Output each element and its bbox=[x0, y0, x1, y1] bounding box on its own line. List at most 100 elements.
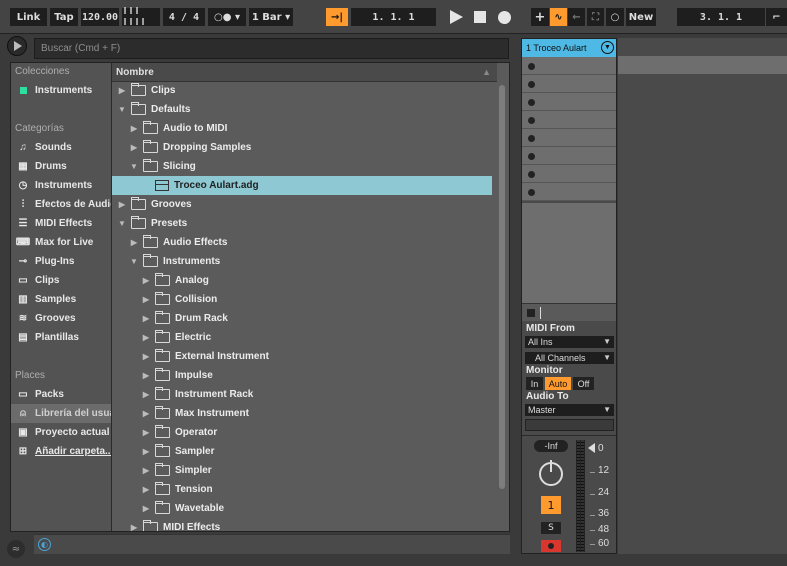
folder-row[interactable]: ▶ Clips bbox=[112, 81, 492, 100]
stop-transport-button[interactable] bbox=[474, 11, 486, 23]
folder-row[interactable]: ▼ Presets bbox=[112, 214, 492, 233]
follow-button[interactable]: →| bbox=[326, 8, 348, 26]
midi-channel-select[interactable]: All Channels ▼ bbox=[525, 352, 614, 364]
output-channel-select[interactable] bbox=[525, 419, 614, 431]
disclosure-open-icon[interactable]: ▼ bbox=[118, 219, 126, 228]
disclosure-closed-icon[interactable]: ▶ bbox=[142, 409, 150, 418]
fold-chevron-icon[interactable]: ▼ bbox=[601, 41, 614, 54]
place-user-library[interactable]: ⍝ Librería del usuario bbox=[11, 404, 111, 423]
clip-slot-area[interactable] bbox=[522, 203, 616, 303]
clip-slot[interactable] bbox=[522, 147, 616, 165]
monitor-in-button[interactable]: In bbox=[526, 377, 543, 390]
record-transport-button[interactable] bbox=[498, 11, 511, 24]
quantize-select[interactable]: 1 Bar ▾ bbox=[249, 8, 293, 26]
disclosure-open-icon[interactable]: ▼ bbox=[130, 162, 138, 171]
song-position-field[interactable]: 1. 1. 1 bbox=[351, 8, 436, 26]
audio-to-select[interactable]: Master ▼ bbox=[525, 404, 614, 416]
disclosure-closed-icon[interactable]: ▶ bbox=[142, 390, 150, 399]
disclosure-closed-icon[interactable]: ▶ bbox=[142, 466, 150, 475]
category-grooves[interactable]: ≋ Grooves bbox=[11, 309, 111, 328]
play-transport-button[interactable] bbox=[450, 10, 463, 24]
search-input[interactable]: Buscar (Cmd + F) bbox=[34, 38, 509, 59]
disclosure-closed-icon[interactable]: ▶ bbox=[142, 314, 150, 323]
category-audio-effects[interactable]: ⫶ Efectos de Audio bbox=[11, 195, 111, 214]
collection-item-instruments[interactable]: Instruments bbox=[11, 81, 111, 100]
category-instruments[interactable]: ◷ Instruments bbox=[11, 176, 111, 195]
folder-row[interactable]: ▶ MIDI Effects bbox=[112, 518, 492, 531]
folder-row[interactable]: ▼ Defaults bbox=[112, 100, 492, 119]
category-plugins[interactable]: ⊸ Plug-Ins bbox=[11, 252, 111, 271]
track-activator-button[interactable]: 1 bbox=[541, 496, 561, 514]
disclosure-closed-icon[interactable]: ▶ bbox=[118, 200, 126, 209]
disclosure-closed-icon[interactable]: ▶ bbox=[118, 86, 126, 95]
clip-slot[interactable] bbox=[522, 129, 616, 147]
folder-row[interactable]: ▶ Impulse bbox=[112, 366, 492, 385]
folder-row[interactable]: ▶ Electric bbox=[112, 328, 492, 347]
disclosure-open-icon[interactable]: ▼ bbox=[130, 257, 138, 266]
category-templates[interactable]: ▤ Plantillas bbox=[11, 328, 111, 347]
disclosure-closed-icon[interactable]: ▶ bbox=[142, 295, 150, 304]
pan-knob[interactable] bbox=[539, 460, 563, 486]
metronome-button[interactable]: ○● ▾ bbox=[208, 8, 246, 26]
groove-pool-button[interactable]: ≈ bbox=[7, 540, 25, 558]
folder-row[interactable]: ▶ Tension bbox=[112, 480, 492, 499]
folder-row[interactable]: ▶ Audio Effects bbox=[112, 233, 492, 252]
folder-row[interactable]: ▶ External Instrument bbox=[112, 347, 492, 366]
disclosure-closed-icon[interactable]: ▶ bbox=[142, 485, 150, 494]
folder-row[interactable]: ▶ Collision bbox=[112, 290, 492, 309]
capture-midi-button[interactable]: ⛶ bbox=[587, 8, 604, 26]
clip-slot[interactable] bbox=[522, 57, 616, 75]
folder-row[interactable]: ▶ Wavetable bbox=[112, 499, 492, 518]
name-column-header[interactable]: Nombre ▲ bbox=[112, 63, 497, 82]
clip-slot[interactable] bbox=[522, 75, 616, 93]
place-current-project[interactable]: ▣ Proyecto actual bbox=[11, 423, 111, 442]
folder-row[interactable]: ▶ Audio to MIDI bbox=[112, 119, 492, 138]
session-record-button[interactable]: ○ bbox=[606, 8, 624, 26]
folder-row[interactable]: ▶ Grooves bbox=[112, 195, 492, 214]
folder-row[interactable]: ▶ Analog bbox=[112, 271, 492, 290]
preview-toggle-icon[interactable]: ◐ bbox=[38, 538, 51, 551]
clip-slot[interactable] bbox=[522, 165, 616, 183]
folder-row[interactable]: ▶ Drum Rack bbox=[112, 309, 492, 328]
clip-slot[interactable] bbox=[522, 183, 616, 201]
folder-row[interactable]: ▶ Instrument Rack bbox=[112, 385, 492, 404]
disclosure-closed-icon[interactable]: ▶ bbox=[142, 333, 150, 342]
disclosure-closed-icon[interactable]: ▶ bbox=[142, 371, 150, 380]
overdub-button[interactable]: + bbox=[531, 8, 549, 26]
disclosure-closed-icon[interactable]: ▶ bbox=[142, 352, 150, 361]
place-add-folder[interactable]: ⊞ Añadir carpeta... bbox=[11, 442, 111, 461]
disclosure-closed-icon[interactable]: ▶ bbox=[142, 276, 150, 285]
disclosure-closed-icon[interactable]: ▶ bbox=[142, 504, 150, 513]
disclosure-closed-icon[interactable]: ▶ bbox=[130, 124, 138, 133]
track-title[interactable]: 1 Troceo Aulart ▼ bbox=[522, 39, 616, 57]
folder-row[interactable]: ▼ Instruments bbox=[112, 252, 492, 271]
volume-fader-handle[interactable] bbox=[588, 443, 595, 453]
stop-clips-button[interactable] bbox=[527, 309, 535, 317]
link-button[interactable]: Link bbox=[10, 8, 47, 26]
category-max-for-live[interactable]: ⌨ Max for Live bbox=[11, 233, 111, 252]
disclosure-closed-icon[interactable]: ▶ bbox=[130, 238, 138, 247]
category-clips[interactable]: ▭ Clips bbox=[11, 271, 111, 290]
punch-in-button[interactable]: ⌐ bbox=[766, 8, 787, 26]
scene-row[interactable] bbox=[618, 56, 787, 74]
folder-row[interactable]: ▶ Simpler bbox=[112, 461, 492, 480]
automation-arm-button[interactable]: ∿ bbox=[550, 8, 567, 26]
midi-from-select[interactable]: All Ins ▼ bbox=[525, 336, 614, 348]
disclosure-open-icon[interactable]: ▼ bbox=[118, 105, 126, 114]
nudge-buttons[interactable]: ǀǀǀ ǀǀǀǀ bbox=[122, 6, 160, 28]
category-samples[interactable]: ▥ Samples bbox=[11, 290, 111, 309]
disclosure-closed-icon[interactable]: ▶ bbox=[142, 428, 150, 437]
solo-button[interactable]: S bbox=[541, 522, 561, 534]
disclosure-closed-icon[interactable]: ▶ bbox=[142, 447, 150, 456]
disclosure-closed-icon[interactable]: ▶ bbox=[130, 523, 138, 531]
time-signature-field[interactable]: 4 / 4 bbox=[163, 8, 205, 26]
arm-record-button[interactable] bbox=[541, 540, 561, 552]
folder-row[interactable]: ▶ Sampler bbox=[112, 442, 492, 461]
re-enable-automation-button[interactable]: ← bbox=[568, 8, 585, 26]
browser-scrollbar[interactable] bbox=[499, 85, 505, 489]
folder-row[interactable]: ▶ Max Instrument bbox=[112, 404, 492, 423]
clip-slot[interactable] bbox=[522, 111, 616, 129]
volume-readout[interactable]: -Inf bbox=[534, 440, 568, 452]
folder-row[interactable]: ▶ Dropping Samples bbox=[112, 138, 492, 157]
tap-tempo-button[interactable]: Tap bbox=[50, 8, 78, 26]
